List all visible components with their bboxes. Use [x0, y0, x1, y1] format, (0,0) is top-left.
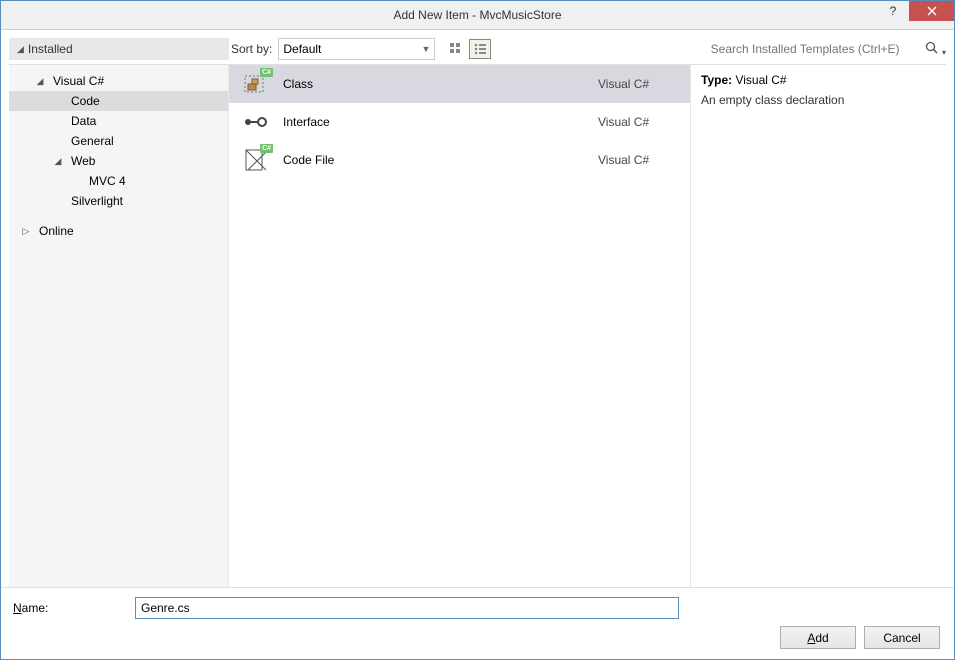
name-input[interactable]: [135, 597, 679, 619]
tree-label: Visual C#: [49, 73, 108, 89]
tree-label: MVC 4: [85, 173, 130, 189]
type-row: Type: Visual C#: [701, 73, 936, 87]
sortby-select[interactable]: Default ▼: [278, 38, 435, 60]
toolbar: Sort by: Default ▼ ▾: [231, 30, 946, 64]
template-name: Interface: [283, 115, 584, 129]
add-button[interactable]: Add: [780, 626, 856, 649]
description-text: An empty class declaration: [701, 93, 936, 107]
tree-item-visual-csharp[interactable]: ◢ Visual C#: [9, 71, 228, 91]
window-title: Add New Item - MvcMusicStore: [393, 8, 561, 22]
chevron-down-icon: ◢: [17, 44, 24, 55]
cancel-button[interactable]: Cancel: [864, 626, 940, 649]
tree-item-online[interactable]: ▷ Online: [9, 221, 228, 241]
tree-label: Silverlight: [67, 193, 127, 209]
name-row: Name:: [13, 588, 942, 622]
help-button[interactable]: ?: [877, 1, 909, 21]
tree-item-code[interactable]: Code: [9, 91, 228, 111]
view-tiles-button[interactable]: [445, 39, 467, 59]
titlebar: Add New Item - MvcMusicStore ?: [1, 1, 954, 30]
type-label: Type:: [701, 73, 732, 87]
csharp-badge-icon: C#: [260, 68, 273, 77]
template-lang: Visual C#: [598, 115, 678, 129]
chevron-right-icon: ▷: [21, 226, 31, 237]
chevron-down-icon: ◢: [35, 76, 45, 87]
csharp-badge-icon: C#: [260, 144, 273, 153]
bottom-panel: Name: Add Cancel: [1, 587, 954, 659]
class-icon: C#: [241, 70, 269, 98]
description-panel: Type: Visual C# An empty class declarati…: [691, 65, 946, 587]
tree-item-silverlight[interactable]: Silverlight: [9, 191, 228, 211]
template-item-class[interactable]: C# Class Visual C#: [229, 65, 690, 103]
template-name: Code File: [283, 153, 584, 167]
search-wrap: ▾: [707, 38, 946, 60]
template-list: C# Class Visual C# Interface Visual C#: [229, 65, 691, 587]
template-lang: Visual C#: [598, 77, 678, 91]
tree-item-data[interactable]: Data: [9, 111, 228, 131]
sidebar: ◢ Visual C# Code Data General ◢ Web MV: [9, 65, 229, 587]
main-area: ◢ Visual C# Code Data General ◢ Web MV: [9, 64, 946, 587]
tree-label: General: [67, 133, 118, 149]
tree-label: Data: [67, 113, 100, 129]
template-item-codefile[interactable]: C# Code File Visual C#: [229, 141, 690, 179]
sortby-value: Default: [283, 42, 321, 56]
tree-installed: ◢ Visual C# Code Data General ◢ Web MV: [9, 65, 228, 247]
dropdown-icon: ▼: [421, 44, 430, 54]
view-list-button[interactable]: [469, 39, 491, 59]
template-item-interface[interactable]: Interface Visual C#: [229, 103, 690, 141]
view-toggle: [445, 39, 491, 59]
tree-label: Code: [67, 93, 104, 109]
sidebar-header-label: Installed: [28, 42, 73, 56]
interface-icon: [241, 108, 269, 136]
close-button[interactable]: [909, 1, 954, 21]
sidebar-header-installed[interactable]: ◢ Installed: [9, 38, 229, 60]
search-input[interactable]: [707, 38, 919, 60]
button-row: Add Cancel: [13, 622, 942, 649]
tree-label: Web: [67, 153, 99, 169]
template-name: Class: [283, 77, 584, 91]
chevron-down-icon: ◢: [53, 156, 63, 167]
sidebar-header-wrap: ◢ Installed: [9, 30, 229, 64]
name-label: Name:: [13, 601, 125, 615]
template-lang: Visual C#: [598, 153, 678, 167]
type-value: Visual C#: [735, 73, 786, 87]
codefile-icon: C#: [241, 146, 269, 174]
tree-item-general[interactable]: General: [9, 131, 228, 151]
tree-item-mvc4[interactable]: MVC 4: [9, 171, 228, 191]
search-icon[interactable]: ▾: [925, 41, 946, 58]
tree-label: Online: [35, 223, 78, 239]
sortby-label: Sort by:: [231, 42, 272, 56]
tree-item-web[interactable]: ◢ Web: [9, 151, 228, 171]
